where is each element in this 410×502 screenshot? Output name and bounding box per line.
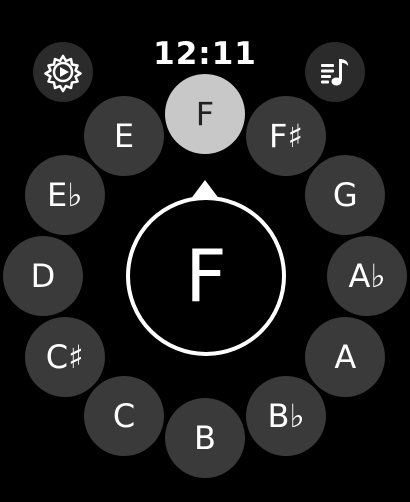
current-note-display: F [126,196,286,356]
note-button[interactable]: C♯ [24,317,105,397]
note-label: E♭ [47,176,83,214]
note-button[interactable]: A♭ [327,236,407,316]
note-label: A♭ [348,257,386,295]
music-list-icon [321,59,348,86]
note-button[interactable]: E [84,95,164,176]
note-label: D [30,257,56,295]
gear-play-icon [44,54,82,93]
note-button[interactable]: C [84,376,164,457]
note-button[interactable]: B♭ [246,376,326,457]
note-button[interactable]: G [305,155,386,235]
note-label: B [194,419,216,457]
note-button[interactable]: D [3,236,83,316]
note-label: E [113,116,135,155]
note-button[interactable]: B [165,398,245,478]
note-button[interactable]: E♭ [24,155,105,235]
note-label: F [195,95,215,133]
note-label: A [334,338,357,376]
note-label: G [332,176,358,214]
note-button[interactable]: F [165,74,245,154]
note-label: C♯ [45,338,84,376]
note-label: C [112,397,136,436]
playlist-button[interactable] [305,42,365,102]
note-button[interactable]: A [305,317,386,397]
settings-button[interactable] [33,42,93,102]
note-button[interactable]: F♯ [246,95,326,176]
note-label: F♯ [269,116,303,155]
current-note-label: F [185,234,227,318]
note-label: B♭ [267,397,305,436]
